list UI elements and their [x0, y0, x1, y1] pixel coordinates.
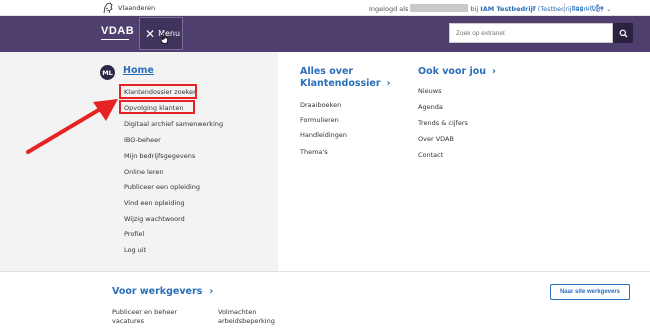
logout-link-top[interactable]: Log uit: [572, 4, 604, 12]
link-themas[interactable]: Thema's: [300, 148, 328, 156]
link-contact[interactable]: Contact: [418, 151, 443, 159]
menu-item-vind-opleiding[interactable]: Vind een opleiding: [124, 199, 185, 207]
logout-icon: [596, 4, 604, 12]
link-line: arbeidsbeperking: [218, 317, 275, 325]
vlaanderen-lion-icon: [103, 2, 113, 14]
redacted-username: [410, 4, 469, 12]
avatar: ML: [100, 65, 115, 80]
close-icon: ✕: [145, 26, 156, 41]
ook-voor-jou-text: Ook voor jou: [418, 66, 487, 77]
title-line-1: Alles over: [300, 66, 354, 77]
ook-voor-jou-title[interactable]: Ook voor jou ›: [418, 66, 496, 78]
red-arrow-icon: [26, 99, 118, 154]
menu-item-bedrijfsgegevens[interactable]: Mijn bedrijfsgegevens: [124, 152, 195, 160]
link-handleidingen[interactable]: Handleidingen: [300, 131, 347, 139]
search-button[interactable]: [613, 23, 633, 43]
naar-site-werkgevers-button[interactable]: Naar site werkgevers: [550, 284, 630, 300]
search-icon: [619, 29, 627, 37]
divider: [564, 3, 565, 13]
logout-label: Log uit: [572, 4, 595, 12]
link-formulieren[interactable]: Formulieren: [300, 116, 339, 124]
link-trends-cijfers[interactable]: Trends & cijfers: [418, 119, 468, 127]
link-volmachten[interactable]: Volmachten arbeidsbeperking: [218, 308, 275, 326]
link-nieuws[interactable]: Nieuws: [418, 87, 442, 95]
highlight-box: [119, 100, 195, 114]
logo-underline: [101, 39, 129, 40]
title-line-2: Klantendossier ›: [300, 78, 390, 90]
chevron-right-icon: ›: [209, 286, 214, 297]
link-over-vdab[interactable]: Over VDAB: [418, 135, 454, 143]
menu-item-digitaal-archief[interactable]: Digitaal archief samenwerking: [124, 120, 223, 128]
link-line: Publiceer en beheer: [112, 308, 178, 316]
link-publiceer-vacatures[interactable]: Publiceer en beheer vacatures: [112, 308, 177, 326]
chevron-right-icon: ›: [492, 66, 496, 77]
menu-item-online-leren[interactable]: Online leren: [124, 168, 164, 176]
menu-item-wijzig-wachtwoord[interactable]: Wijzig wachtwoord: [124, 215, 185, 223]
voor-werkgevers-title[interactable]: Voor werkgevers ›: [112, 286, 213, 297]
link-agenda[interactable]: Agenda: [418, 103, 443, 111]
hand-cursor-icon: [160, 33, 168, 44]
divider: [0, 271, 650, 272]
top-bar: Vlaanderen Ingelogd als bij IAM Testbedri…: [0, 0, 650, 16]
vdab-logo[interactable]: VDAB: [101, 25, 134, 37]
vlaanderen-brand[interactable]: Vlaanderen: [118, 4, 155, 12]
menu-item-log-uit[interactable]: Log uit: [124, 246, 146, 254]
alles-over-klantendossier-title[interactable]: Alles over Klantendossier ›: [300, 66, 390, 90]
org-name[interactable]: IAM Testbedrijf: [480, 5, 535, 13]
menu-item-profiel[interactable]: Profiel: [124, 230, 144, 238]
link-line: vacatures: [112, 317, 144, 325]
title-line-2-text: Klantendossier: [300, 78, 381, 89]
link-draaiboeken[interactable]: Draaiboeken: [300, 101, 341, 109]
chevron-down-icon[interactable]: ⌄: [606, 5, 611, 13]
voor-werkgevers-text: Voor werkgevers: [112, 286, 203, 297]
chevron-right-icon: ›: [386, 78, 391, 89]
login-prefix: Ingelogd als: [369, 5, 409, 13]
search-input[interactable]: [449, 23, 613, 43]
home-link[interactable]: Home: [123, 65, 154, 76]
link-line: Volmachten: [218, 308, 257, 316]
highlight-box: [119, 84, 197, 99]
menu-item-publiceer-opleiding[interactable]: Publiceer een opleiding: [124, 183, 200, 191]
login-middle: bij: [470, 5, 479, 13]
menu-item-ibo-beheer[interactable]: IBO-beheer: [124, 136, 161, 144]
